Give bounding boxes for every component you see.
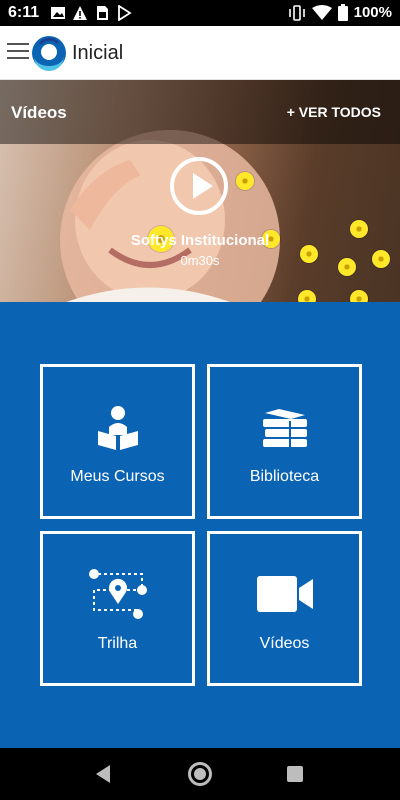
tile-label: Vídeos	[259, 635, 310, 652]
recents-icon[interactable]	[287, 766, 303, 782]
tile-label: Meus Cursos	[70, 468, 165, 485]
see-all-link[interactable]: + VER TODOS	[287, 104, 381, 120]
tile-label: Biblioteca	[249, 468, 320, 485]
tile-trilha[interactable]: Trilha	[40, 531, 195, 686]
video-section-title: Vídeos	[11, 103, 67, 122]
status-right: 100%	[288, 4, 392, 21]
image-icon	[51, 7, 65, 19]
tile-videos[interactable]: Vídeos	[207, 531, 362, 686]
home-icon[interactable]	[188, 762, 212, 786]
tile-meus-cursos[interactable]: Meus Cursos	[40, 364, 195, 519]
tile-biblioteca[interactable]: Biblioteca	[207, 364, 362, 519]
reading-person-icon	[97, 406, 138, 450]
books-icon	[262, 409, 307, 447]
status-left-icons	[50, 5, 132, 21]
battery-icon	[337, 4, 348, 21]
flower-decoration	[298, 290, 316, 302]
back-icon[interactable]	[96, 765, 110, 783]
page-title: Inicial	[72, 42, 124, 64]
tile-label: Trilha	[97, 635, 138, 652]
vibrate-icon	[288, 4, 305, 21]
menu-grid: Meus Cursos Biblioteca Trilha Vídeos	[0, 302, 400, 748]
flower-decoration	[350, 290, 368, 302]
sim-icon	[97, 6, 108, 20]
battery-percentage: 100%	[353, 4, 392, 21]
play-icon[interactable]	[170, 157, 228, 215]
warning-icon	[73, 6, 87, 20]
status-bar: 6:11 100%	[0, 0, 400, 26]
video-duration: 0m30s	[180, 253, 220, 268]
flower-decoration	[236, 172, 254, 190]
play-store-icon	[118, 5, 132, 21]
hamburger-menu-icon[interactable]	[7, 43, 29, 61]
route-map-icon	[88, 569, 147, 619]
video-camera-icon	[256, 576, 313, 612]
app-bar: Inicial	[0, 26, 400, 80]
video-title: Softys Institucional	[130, 232, 270, 249]
app-logo-icon	[32, 36, 66, 71]
wifi-icon	[311, 4, 332, 20]
status-time: 6:11	[8, 4, 40, 21]
navigation-bar	[0, 748, 400, 800]
